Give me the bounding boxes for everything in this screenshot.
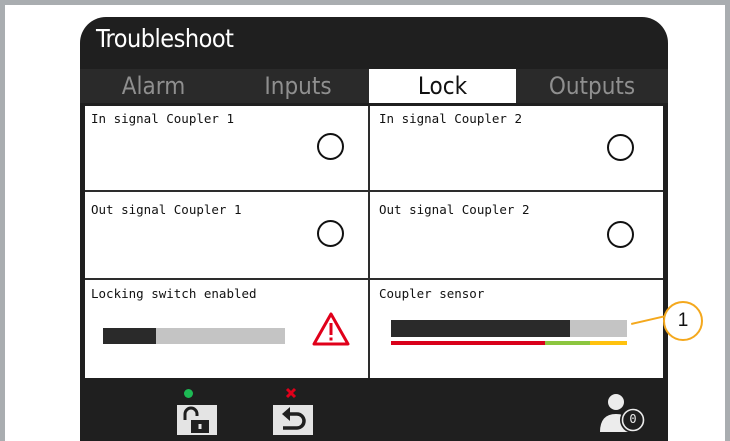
callout-marker: 1 <box>663 301 703 341</box>
tab-lock[interactable]: Lock <box>369 69 516 103</box>
unlock-button[interactable] <box>177 405 217 435</box>
grid-divider <box>368 106 370 378</box>
sensor-scale-green <box>545 341 590 345</box>
coupler-sensor-cell: Coupler sensor <box>375 284 653 356</box>
frame-top-border <box>0 0 730 5</box>
in-signal-coupler-2-cell: In signal Coupler 2 <box>375 109 653 175</box>
frame-left-border <box>0 0 5 441</box>
back-arrow-icon <box>282 407 306 430</box>
tab-alarm[interactable]: Alarm <box>80 69 227 103</box>
warning-icon <box>312 312 350 346</box>
out-signal-coupler-2-label: Out signal Coupler 2 <box>379 202 530 217</box>
out-signal-coupler-1-cell: Out signal Coupler 1 <box>87 200 365 264</box>
bottom-toolbar: 0 <box>80 378 668 441</box>
tab-outputs[interactable]: Outputs <box>516 69 668 103</box>
hmi-screen: Troubleshoot Alarm Inputs Lock Outputs I… <box>80 17 668 441</box>
frame-right-border <box>725 0 730 441</box>
out-signal-coupler-1-indicator <box>317 220 344 247</box>
user-count-badge: 0 <box>629 412 637 426</box>
in-signal-coupler-1-cell: In signal Coupler 1 <box>87 109 365 175</box>
sensor-scale-yellow <box>590 341 627 345</box>
grid-divider <box>85 190 663 192</box>
locking-switch-progress-fill <box>103 328 156 344</box>
user-icon[interactable] <box>600 392 648 436</box>
locking-switch-cell: Locking switch enabled <box>87 284 365 356</box>
grid-divider <box>85 278 663 280</box>
out-signal-coupler-2-indicator <box>607 221 634 248</box>
in-signal-coupler-1-label: In signal Coupler 1 <box>91 111 234 126</box>
locking-switch-label: Locking switch enabled <box>91 286 257 301</box>
out-signal-coupler-1-label: Out signal Coupler 1 <box>91 202 242 217</box>
coupler-sensor-level-fill <box>391 320 571 337</box>
unlock-icon <box>183 406 209 433</box>
tab-bar: Alarm Inputs Lock Outputs <box>80 69 668 103</box>
out-signal-coupler-2-cell: Out signal Coupler 2 <box>375 200 653 264</box>
in-signal-coupler-2-label: In signal Coupler 2 <box>379 111 522 126</box>
lock-panel: In signal Coupler 1 In signal Coupler 2 … <box>85 106 663 378</box>
sensor-scale-red <box>391 341 545 345</box>
green-dot-icon <box>184 389 193 398</box>
coupler-sensor-label: Coupler sensor <box>379 286 485 301</box>
coupler-sensor-level-bar <box>391 320 627 337</box>
red-x-icon <box>285 387 297 399</box>
in-signal-coupler-2-indicator <box>607 134 634 161</box>
locking-switch-progress-bar <box>103 328 285 344</box>
back-button[interactable] <box>273 405 313 435</box>
tab-inputs[interactable]: Inputs <box>227 69 369 103</box>
page-title: Troubleshoot <box>96 24 234 53</box>
in-signal-coupler-1-indicator <box>317 133 344 160</box>
